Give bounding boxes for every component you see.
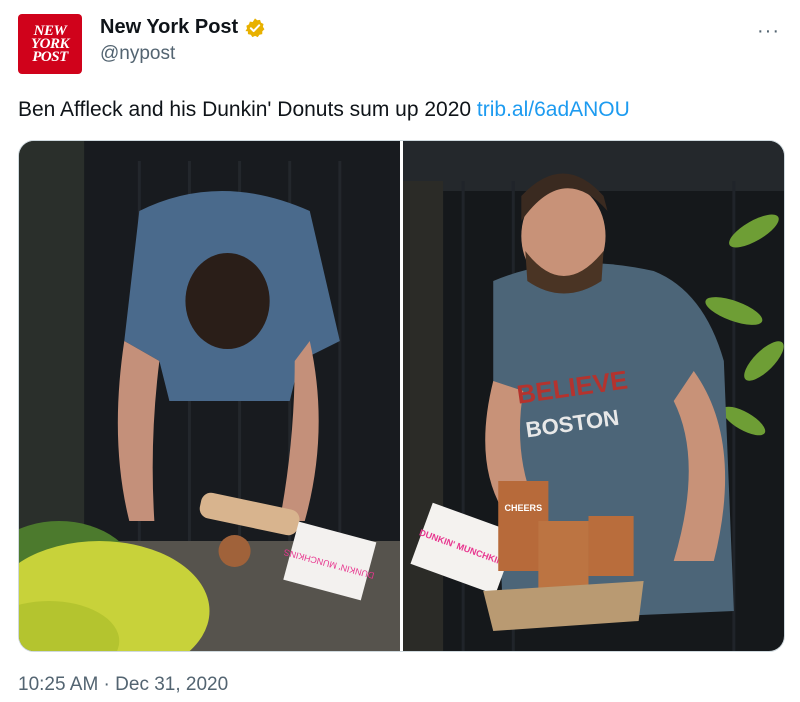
handle[interactable]: @nypost: [100, 43, 266, 65]
more-options-icon[interactable]: ···: [757, 20, 780, 43]
photo-right[interactable]: BELIEVE BOSTON DUNKIN' MUNCHKINS CHEERS: [403, 141, 784, 651]
author-names: New York Post @nypost: [100, 16, 266, 65]
photo-right-image: BELIEVE BOSTON DUNKIN' MUNCHKINS CHEERS: [403, 141, 784, 651]
tweet-header: NEW YORK POST New York Post @nypost ···: [18, 14, 784, 76]
display-name-row[interactable]: New York Post: [100, 16, 266, 39]
display-name[interactable]: New York Post: [100, 16, 238, 39]
tweet-text: Ben Affleck and his Dunkin' Donuts sum u…: [18, 96, 630, 124]
avatar-line-3: POST: [32, 48, 68, 65]
tweet-timestamp[interactable]: 10:25 AM · Dec 31, 2020: [18, 674, 228, 696]
media-grid[interactable]: DUNKIN' MUNCHKINS BELIEVE BOSTON DUNKIN'…: [18, 140, 785, 652]
avatar[interactable]: NEW YORK POST: [18, 14, 82, 74]
cup-print: CHEERS: [505, 503, 543, 513]
tweet-body: Ben Affleck and his Dunkin' Donuts sum u…: [18, 98, 477, 121]
photo-left[interactable]: DUNKIN' MUNCHKINS: [19, 141, 400, 651]
tweet-link[interactable]: trib.al/6adANOU: [477, 98, 630, 121]
verified-badge-icon: [245, 17, 265, 37]
photo-left-image: DUNKIN' MUNCHKINS: [19, 141, 400, 651]
